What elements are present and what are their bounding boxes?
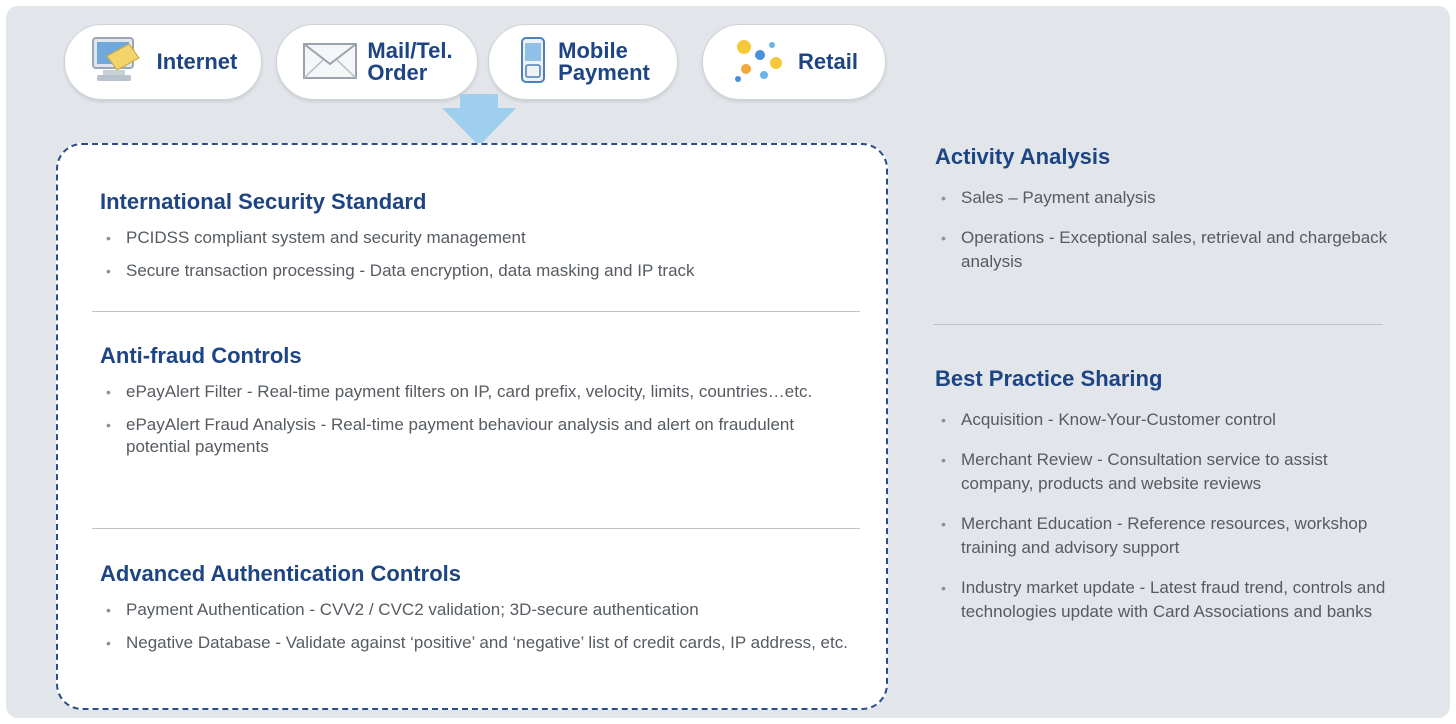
down-arrow-icon [442,94,516,146]
section-title: Advanced Authentication Controls [100,561,461,586]
envelope-icon [301,38,359,87]
channel-mobile-payment: Mobile Payment [488,24,678,100]
bullet-list: PCIDSS compliant system and security man… [100,227,860,282]
section-divider [92,528,860,529]
list-item: Merchant Education - Reference resources… [935,512,1395,560]
bullet-list: Acquisition - Know-Your-Customer control… [935,408,1395,624]
list-item: Industry market update - Latest fraud tr… [935,576,1395,624]
section-title: Activity Analysis [935,144,1111,169]
section-divider [92,311,860,312]
section-best-practice-sharing: Best Practice Sharing Acquisition - Know… [935,366,1395,640]
list-item: ePayAlert Filter - Real-time payment fil… [100,381,860,403]
section-international-security: International Security Standard PCIDSS c… [100,189,860,293]
section-anti-fraud: Anti-fraud Controls ePayAlert Filter - R… [100,343,860,469]
list-item: PCIDSS compliant system and security man… [100,227,860,249]
list-item: Operations - Exceptional sales, retrieva… [935,226,1395,274]
channel-label: Retail [798,49,858,74]
section-title: Anti-fraud Controls [100,343,302,368]
channel-retail: Retail [702,24,886,100]
bullet-list: Payment Authentication - CVV2 / CVC2 val… [100,599,860,654]
channel-label: Internet [156,49,238,74]
section-divider [933,324,1383,325]
channel-label: Mobile Payment [558,38,650,85]
list-item: Acquisition - Know-Your-Customer control [935,408,1395,432]
section-title: International Security Standard [100,189,427,214]
list-item: Payment Authentication - CVV2 / CVC2 val… [100,599,860,621]
section-activity-analysis: Activity Analysis Sales – Payment analys… [935,144,1395,290]
security-controls-box: International Security Standard PCIDSS c… [56,143,888,710]
list-item: Merchant Review - Consultation service t… [935,448,1395,496]
computer-icon [89,34,149,91]
channel-internet: Internet [64,24,262,100]
channel-label: Mail/Tel. Order [367,38,453,85]
list-item: Negative Database - Validate against ‘po… [100,632,860,654]
bullet-list: Sales – Payment analysis Operations - Ex… [935,186,1395,274]
sparkle-icon [730,35,790,90]
bullet-list: ePayAlert Filter - Real-time payment fil… [100,381,860,458]
section-advanced-authentication: Advanced Authentication Controls Payment… [100,561,860,665]
section-title: Best Practice Sharing [935,366,1163,391]
list-item: ePayAlert Fraud Analysis - Real-time pay… [100,414,860,458]
channel-mail-tel-order: Mail/Tel. Order [276,24,478,100]
list-item: Sales – Payment analysis [935,186,1395,210]
list-item: Secure transaction processing - Data enc… [100,260,860,282]
mobile-phone-icon [516,35,550,90]
